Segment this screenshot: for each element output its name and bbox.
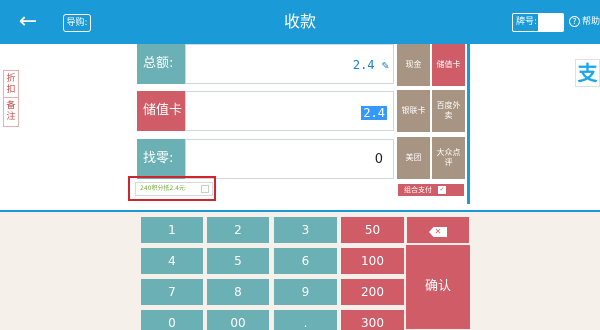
key-3[interactable]: 3 <box>274 217 337 243</box>
pay-method-cash[interactable]: 现金 <box>397 44 430 86</box>
pay-method-stored-card[interactable]: 储值卡 <box>432 44 465 86</box>
key-decimal[interactable]: . <box>274 310 337 330</box>
plate-input[interactable] <box>538 13 564 32</box>
key-amount-200[interactable]: 200 <box>341 279 404 305</box>
points-deduction-option[interactable]: 240积分抵2.4元 <box>135 182 213 196</box>
key-7[interactable]: 7 <box>141 279 203 305</box>
key-1[interactable]: 1 <box>141 217 203 243</box>
back-arrow-icon[interactable]: ← <box>14 8 42 36</box>
combo-pay-toggle[interactable]: 组合支付 ✓ <box>398 184 464 196</box>
right-accent-bar <box>467 44 470 204</box>
guide-button[interactable]: 导购: <box>63 14 91 32</box>
checkbox-icon[interactable] <box>201 185 209 193</box>
stored-value-card-label: 储值卡 <box>137 91 185 131</box>
backspace-icon: ✕ <box>429 227 447 237</box>
stored-value-amount: 2.4 <box>361 106 387 120</box>
total-value: 2.4 <box>352 58 375 72</box>
checkbox-icon[interactable]: ✓ <box>438 186 446 194</box>
key-amount-100[interactable]: 100 <box>341 248 404 274</box>
key-amount-300[interactable]: 300 <box>341 310 404 330</box>
key-9[interactable]: 9 <box>274 279 337 305</box>
key-00[interactable]: 00 <box>207 310 269 330</box>
question-circle-icon: ? <box>569 16 580 27</box>
discount-tab[interactable]: 折扣 <box>3 70 19 100</box>
pay-method-dianping[interactable]: 大众点评 <box>432 137 465 179</box>
combo-pay-label: 组合支付 <box>404 186 432 194</box>
change-label: 找零: <box>137 139 185 179</box>
plate-label: 牌号: <box>512 13 540 32</box>
confirm-button[interactable]: 确认 <box>406 245 470 329</box>
help-label: 帮助 <box>582 17 600 27</box>
panel-divider <box>0 210 600 212</box>
total-amount-field: 2.4 ✎ <box>185 44 394 84</box>
stored-value-amount-input[interactable]: 2.4 <box>185 91 394 131</box>
key-4[interactable]: 4 <box>141 248 203 274</box>
pay-method-meituan[interactable]: 美团 <box>397 137 430 179</box>
key-5[interactable]: 5 <box>207 248 269 274</box>
pay-method-baidu-waimai[interactable]: 百度外卖 <box>432 90 465 132</box>
key-2[interactable]: 2 <box>207 217 269 243</box>
remark-tab[interactable]: 备注 <box>3 97 19 127</box>
key-8[interactable]: 8 <box>207 279 269 305</box>
points-deduction-text: 240积分抵2.4元 <box>140 185 185 192</box>
change-amount-field: 0 <box>185 139 394 179</box>
key-0[interactable]: 0 <box>141 310 203 330</box>
key-6[interactable]: 6 <box>274 248 337 274</box>
pay-method-unionpay[interactable]: 银联卡 <box>397 90 430 132</box>
page-title: 收款 <box>283 12 316 31</box>
backspace-button[interactable]: ✕ <box>407 217 469 243</box>
edit-pencil-icon[interactable]: ✎ <box>382 58 389 72</box>
alipay-logo-icon[interactable]: 支 <box>575 59 600 87</box>
help-button[interactable]: ? 帮助 <box>569 14 600 30</box>
total-label: 总额: <box>137 44 185 84</box>
key-amount-50[interactable]: 50 <box>341 217 404 243</box>
